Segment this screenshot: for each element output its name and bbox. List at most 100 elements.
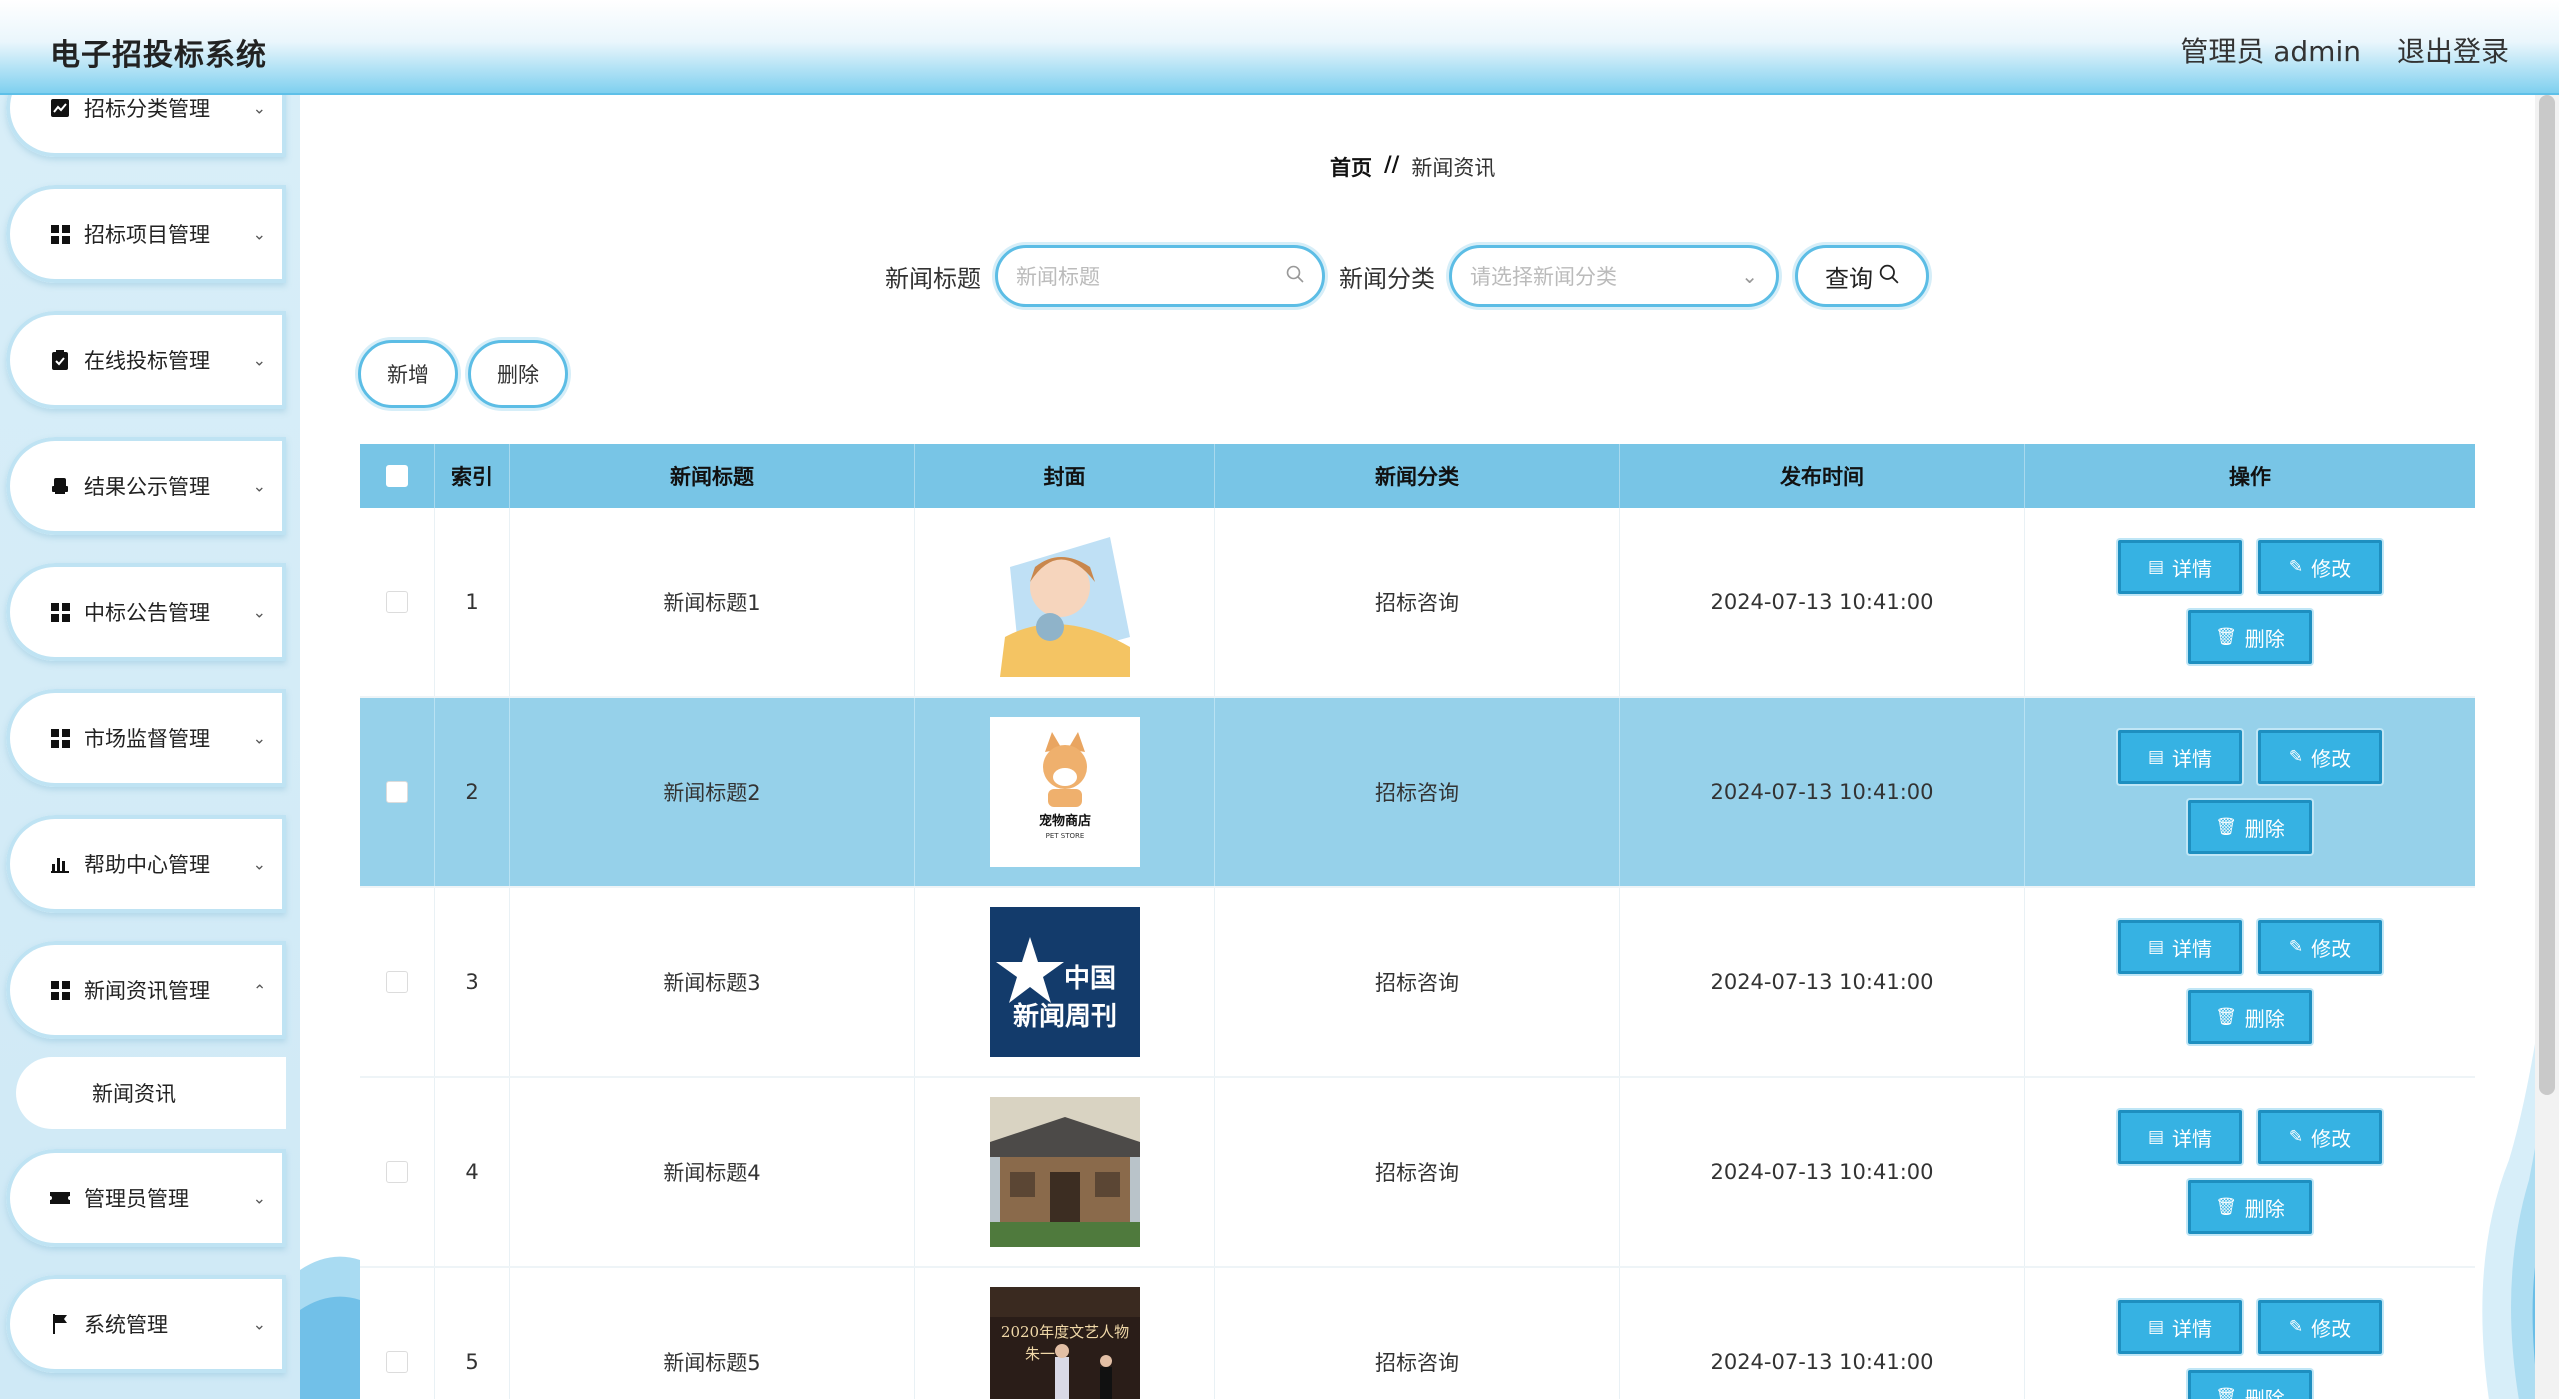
sidebar-item-system-management[interactable]: 系统管理 ⌄ bbox=[6, 1275, 286, 1373]
row-operations: ▤ 详情 ✎ 修改 🗑 删除 bbox=[2025, 888, 2475, 1076]
chevron-down-icon: ⌄ bbox=[252, 728, 266, 748]
edit-button[interactable]: ✎ 修改 bbox=[2258, 540, 2382, 594]
chevron-down-icon: ⌄ bbox=[252, 98, 266, 118]
cover-subtitle-text: PET STORE bbox=[1045, 832, 1084, 840]
news-title-input[interactable]: 新闻标题 bbox=[995, 245, 1325, 307]
edit-label: 修改 bbox=[2311, 936, 2352, 961]
column-header: 封面 bbox=[915, 444, 1215, 508]
chevron-down-icon: ⌄ bbox=[252, 350, 266, 370]
app-title: 电子招投标系统 bbox=[50, 38, 267, 73]
row-checkbox[interactable] bbox=[386, 591, 408, 613]
news-category-label: 新闻分类 bbox=[1339, 264, 1435, 293]
row-checkbox[interactable] bbox=[386, 1161, 408, 1183]
chevron-down-icon: ⌄ bbox=[252, 854, 266, 874]
logout-button[interactable]: 退出登录 bbox=[2397, 30, 2509, 70]
sidebar-item-label: 招标分类管理 bbox=[84, 97, 210, 121]
sidebar-item-online-bid[interactable]: 在线投标管理 ⌄ bbox=[6, 311, 286, 409]
edit-button[interactable]: ✎ 修改 bbox=[2258, 1300, 2382, 1354]
row-checkbox[interactable] bbox=[386, 971, 408, 993]
chevron-down-icon: ⌄ bbox=[252, 1314, 266, 1334]
batch-delete-button[interactable]: 删除 bbox=[468, 340, 568, 408]
detail-label: 详情 bbox=[2172, 556, 2213, 581]
delete-label: 删除 bbox=[2244, 816, 2285, 841]
row-time: 2024-07-13 10:41:00 bbox=[1620, 508, 2025, 696]
grid-icon bbox=[50, 224, 70, 244]
detail-label: 详情 bbox=[2172, 936, 2213, 961]
detail-button[interactable]: ▤ 详情 bbox=[2118, 1110, 2242, 1164]
breadcrumb: 首页 // 新闻资讯 bbox=[1330, 152, 1495, 182]
delete-button[interactable]: 🗑 删除 bbox=[2188, 990, 2312, 1044]
cover-subtitle-text: 新闻周刊 bbox=[1012, 1001, 1116, 1032]
grid-icon bbox=[50, 728, 70, 748]
news-category-select[interactable]: 请选择新闻分类 ⌄ bbox=[1449, 245, 1779, 307]
edit-icon: ✎ bbox=[2288, 557, 2304, 577]
detail-button[interactable]: ▤ 详情 bbox=[2118, 920, 2242, 974]
delete-button[interactable]: 🗑 删除 bbox=[2188, 1370, 2312, 1399]
sidebar-item-help-center[interactable]: 帮助中心管理 ⌄ bbox=[6, 815, 286, 913]
delete-button[interactable]: 🗑 删除 bbox=[2188, 1180, 2312, 1234]
sidebar-item-admin-management[interactable]: 管理员管理 ⌄ bbox=[6, 1149, 286, 1247]
sidebar-item-award-notice[interactable]: 中标公告管理 ⌄ bbox=[6, 563, 286, 661]
sidebar-item-label: 市场监督管理 bbox=[84, 727, 210, 751]
edit-icon: ✎ bbox=[2288, 747, 2304, 767]
chevron-down-icon: ⌄ bbox=[252, 224, 266, 244]
admin-user-label[interactable]: 管理员 admin bbox=[2180, 30, 2361, 70]
document-icon: ▤ bbox=[2147, 1317, 2165, 1337]
row-checkbox[interactable] bbox=[386, 1351, 408, 1373]
detail-button[interactable]: ▤ 详情 bbox=[2118, 730, 2242, 784]
detail-button[interactable]: ▤ 详情 bbox=[2118, 540, 2242, 594]
chevron-down-icon: ⌄ bbox=[252, 476, 266, 496]
sidebar-item-result-publicity[interactable]: 结果公示管理 ⌄ bbox=[6, 437, 286, 535]
sidebar-item-label: 中标公告管理 bbox=[84, 601, 210, 625]
row-select-cell bbox=[360, 888, 435, 1076]
sidebar-item-label: 系统管理 bbox=[84, 1313, 168, 1337]
document-icon: ▤ bbox=[2147, 937, 2165, 957]
breadcrumb-separator: // bbox=[1384, 152, 1400, 176]
row-select-cell bbox=[360, 508, 435, 696]
row-category: 招标咨询 bbox=[1215, 1268, 1620, 1399]
detail-button[interactable]: ▤ 详情 bbox=[2118, 1300, 2242, 1354]
bar-chart-icon bbox=[50, 854, 70, 874]
sidebar-item-news-management[interactable]: 新闻资讯管理 ⌄ bbox=[6, 941, 286, 1039]
query-button[interactable]: 查询 bbox=[1795, 245, 1929, 307]
detail-label: 详情 bbox=[2172, 746, 2213, 771]
scrollbar-thumb[interactable] bbox=[2539, 95, 2555, 1095]
row-title: 新闻标题5 bbox=[510, 1268, 915, 1399]
sidebar-item-market-supervision[interactable]: 市场监督管理 ⌄ bbox=[6, 689, 286, 787]
trash-icon: 🗑 bbox=[2215, 1387, 2237, 1399]
delete-button[interactable]: 🗑 删除 bbox=[2188, 800, 2312, 854]
column-header: 新闻标题 bbox=[510, 444, 915, 508]
add-button[interactable]: 新增 bbox=[358, 340, 458, 408]
submenu-item-news[interactable]: 新闻资讯 bbox=[16, 1057, 286, 1129]
sidebar-item-label: 管理员管理 bbox=[84, 1187, 189, 1211]
table-row: 3 新闻标题3 中国 新闻周刊 招标咨询 2024-07-13 10:41:00… bbox=[360, 888, 2475, 1078]
edit-button[interactable]: ✎ 修改 bbox=[2258, 1110, 2382, 1164]
delete-button[interactable]: 🗑 删除 bbox=[2188, 610, 2312, 664]
document-icon: ▤ bbox=[2147, 557, 2165, 577]
table-row: 2 新闻标题2 宠物商店 PET STORE 招标咨询 2024-07-13 1… bbox=[360, 698, 2475, 888]
breadcrumb-home[interactable]: 首页 bbox=[1330, 152, 1372, 182]
news-title-label: 新闻标题 bbox=[885, 264, 981, 293]
sidebar-item-bid-category[interactable]: 招标分类管理 ⌄ bbox=[6, 95, 286, 157]
column-header: 发布时间 bbox=[1620, 444, 2025, 508]
row-time: 2024-07-13 10:41:00 bbox=[1620, 698, 2025, 886]
edit-button[interactable]: ✎ 修改 bbox=[2258, 920, 2382, 974]
delete-label: 删除 bbox=[2244, 1386, 2285, 1399]
edit-label: 修改 bbox=[2311, 1126, 2352, 1151]
row-checkbox[interactable] bbox=[386, 781, 408, 803]
chevron-down-icon: ⌄ bbox=[1741, 264, 1758, 288]
row-operations: ▤ 详情 ✎ 修改 🗑 删除 bbox=[2025, 1268, 2475, 1399]
vertical-scrollbar[interactable] bbox=[2535, 95, 2559, 1399]
edit-label: 修改 bbox=[2311, 746, 2352, 771]
cover-image-award-stage: 2020年度文艺人物 朱一 bbox=[989, 1287, 1140, 1399]
sidebar: 招标分类管理 ⌄ 招标项目管理 ⌄ 在线投标管理 ⌄ 结果公示管理 ⌄ 中标公告… bbox=[0, 95, 300, 1399]
search-bar: 新闻标题 新闻标题 新闻分类 请选择新闻分类 ⌄ 查询 bbox=[885, 245, 1929, 307]
select-all-checkbox[interactable] bbox=[386, 465, 408, 487]
chart-line-icon bbox=[50, 98, 70, 118]
sidebar-item-label: 结果公示管理 bbox=[84, 475, 210, 499]
news-title-placeholder: 新闻标题 bbox=[1016, 265, 1100, 289]
row-index: 1 bbox=[435, 508, 510, 696]
sidebar-item-label: 新闻资讯管理 bbox=[84, 979, 210, 1003]
edit-button[interactable]: ✎ 修改 bbox=[2258, 730, 2382, 784]
sidebar-item-bid-project[interactable]: 招标项目管理 ⌄ bbox=[6, 185, 286, 283]
